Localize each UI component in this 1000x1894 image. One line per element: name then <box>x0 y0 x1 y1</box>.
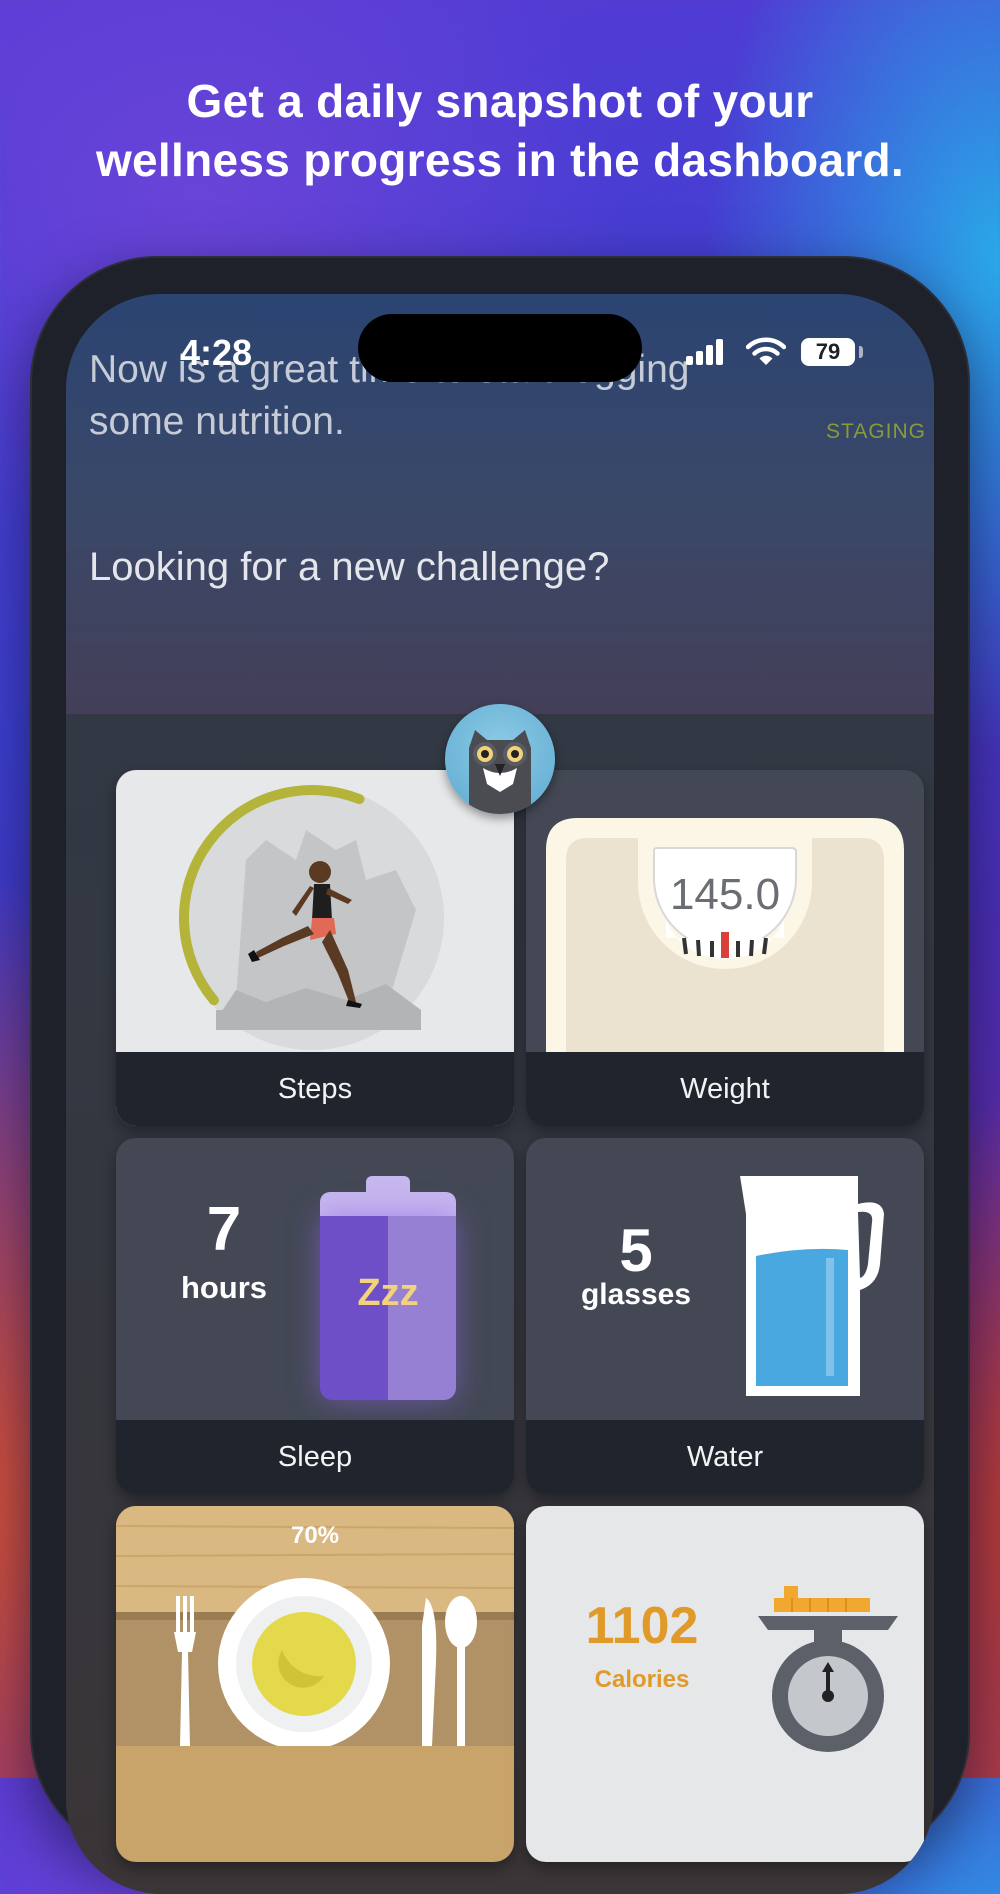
headline-line-2: wellness progress in the dashboard. <box>95 134 905 186</box>
water-glasses-unit: glasses <box>580 1278 692 1311</box>
battery-level: 79 <box>801 338 855 366</box>
owl-mascot-icon[interactable] <box>445 704 555 814</box>
calories-unit: Calories <box>594 1666 690 1693</box>
calories-tile[interactable]: 1102 Calories <box>526 1506 924 1862</box>
weight-label: Weight <box>526 1052 924 1126</box>
wifi-icon <box>745 336 787 371</box>
pitcher-icon <box>740 1176 884 1396</box>
water-label: Water <box>526 1420 924 1494</box>
app-screen: Now is a great time to start logging som… <box>66 294 934 1894</box>
weight-tile[interactable]: 145.0 Weight <box>526 770 924 1126</box>
weight-value: 145.0 <box>669 870 781 919</box>
promo-headline: Get a daily snapshot of your wellness pr… <box>0 72 1000 190</box>
battery-tip <box>859 346 863 358</box>
calories-value: 1102 <box>585 1597 699 1655</box>
status-time: 4:28 <box>180 332 253 373</box>
sleep-tile[interactable]: 7 hours Zzz Sleep <box>116 1138 514 1494</box>
runner-illustration <box>179 785 444 1050</box>
challenge-prompt[interactable]: Looking for a new challenge? <box>89 542 609 592</box>
nutrition-tile[interactable]: 70% <box>116 1506 514 1862</box>
signal-icon <box>686 339 726 365</box>
sleep-zzz-text: Zzz <box>357 1272 419 1314</box>
staging-badge: STAGING <box>826 420 926 443</box>
dynamic-island <box>358 314 642 382</box>
water-tile[interactable]: 5 glasses Water <box>526 1138 924 1494</box>
sleep-hours-value: 7 <box>206 1195 242 1264</box>
kitchen-scale-icon <box>758 1586 898 1752</box>
headline-line-1: Get a daily snapshot of your <box>186 75 814 127</box>
sleep-hours-unit: hours <box>180 1270 268 1305</box>
phone-frame: Now is a great time to start logging som… <box>32 258 968 1894</box>
battery-icon: Zzz <box>320 1176 456 1400</box>
steps-tile[interactable]: Steps <box>116 770 514 1126</box>
status-bar: 4:28 79 <box>66 294 934 394</box>
steps-label: Steps <box>116 1052 514 1126</box>
water-glasses-value: 5 <box>619 1217 653 1284</box>
sleep-label: Sleep <box>116 1420 514 1494</box>
nutrition-percent: 70% <box>290 1522 340 1549</box>
